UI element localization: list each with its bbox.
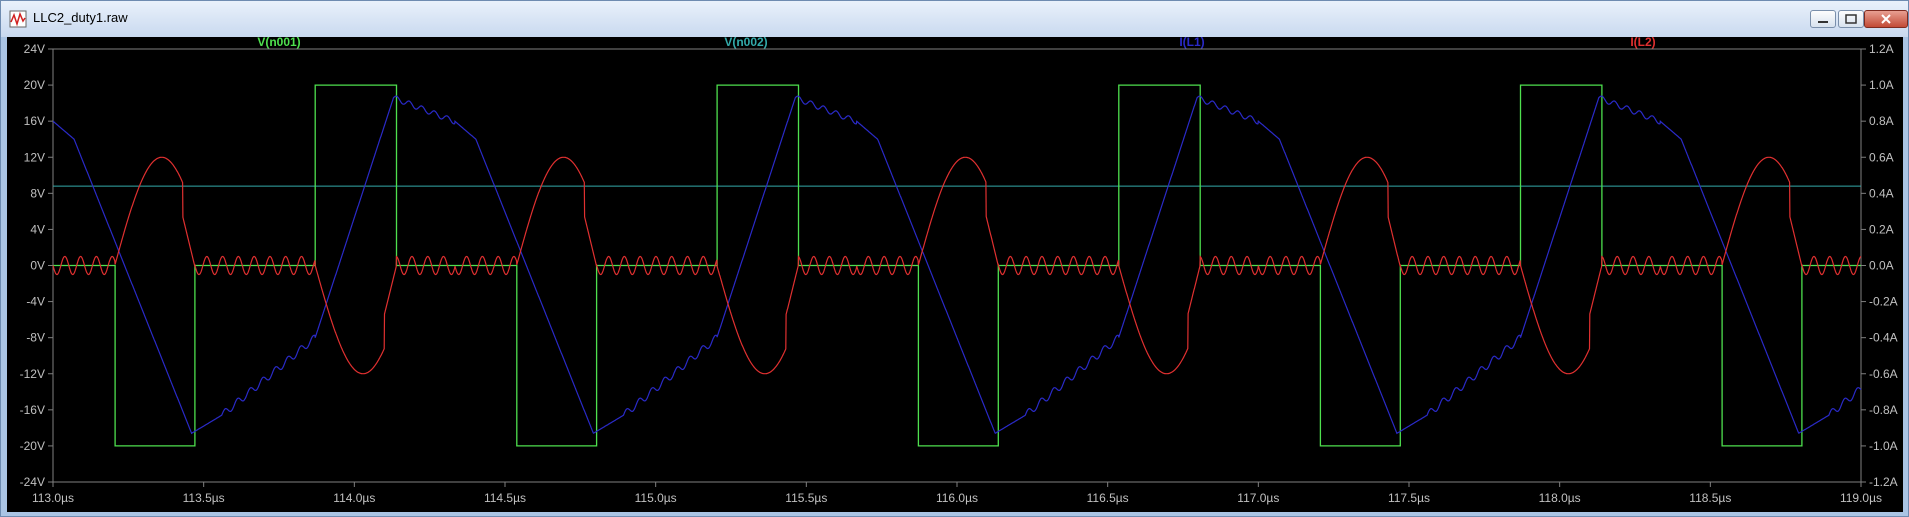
x-tick-label: 115.5µs [785,491,827,505]
maximize-button[interactable] [1838,10,1864,28]
legend-il2[interactable]: I(L2) [1630,35,1655,49]
waveform-window: LLC2_duty1.raw 24V 20V 16V 12V 8V 4V 0V -4V -8V -… [0,0,1909,517]
y-right-tick-label: -1.2A [1869,475,1898,489]
x-tick-label: 113.5µs [183,491,225,505]
y-right-tick-label: -1.0A [1869,439,1898,453]
maximize-icon [1845,14,1857,24]
y-right-tick-label: 0.8A [1869,114,1894,128]
y-right-tick-label: 0.0A [1869,259,1894,273]
x-tick-label: 118.0µs [1539,491,1581,505]
legend-vn002[interactable]: V(n002) [724,35,767,49]
y-right-tick-label: -0.8A [1869,403,1898,417]
x-tick-label: 118.5µs [1689,491,1731,505]
y-right-tick-label: 1.2A [1869,42,1894,56]
y-left-tick-label: 20V [24,78,45,92]
x-tick-label: 114.0µs [333,491,375,505]
y-right-tick-label: -0.2A [1869,295,1898,309]
waveform-app-icon [9,10,27,28]
waveform-chart[interactable]: 24V 20V 16V 12V 8V 4V 0V -4V -8V -12V -16V -20V -24V… [7,35,1903,512]
plot-area[interactable]: 24V 20V 16V 12V 8V 4V 0V -4V -8V -12V -16V -20V -24V… [7,35,1903,512]
close-button[interactable] [1864,10,1908,28]
y-right-tick-label: 0.2A [1869,222,1894,236]
close-icon [1881,14,1891,24]
x-tick-label: 117.0µs [1237,491,1279,505]
trace-i-l1 [52,95,1862,435]
y-left-tick-label: -8V [26,331,45,345]
y-right-tick-label: 0.6A [1869,150,1894,164]
x-tick-label: 119.0µs [1840,491,1882,505]
y-right-tick-label: -0.6A [1869,367,1898,381]
plot-frame [52,48,1862,483]
trace-i-l2 [52,156,1862,375]
window-title: LLC2_duty1.raw [33,10,128,25]
y-left-tick-label: 0V [30,259,45,273]
y-left-tick-label: 24V [24,42,45,56]
y-right-tick-label: -0.4A [1869,331,1898,345]
y-left-tick-label: -12V [20,367,45,381]
trace-v-n001 [53,84,1861,447]
minimize-button[interactable] [1810,10,1836,28]
x-tick-label: 116.5µs [1087,491,1129,505]
x-tick-label: 116.0µs [936,491,978,505]
x-tick-label: 115.0µs [635,491,677,505]
legend-vn001[interactable]: V(n001) [257,35,300,49]
y-left-tick-label: -20V [20,439,45,453]
y-right-tick-label: 1.0A [1869,78,1894,92]
x-tick-label: 117.5µs [1388,491,1430,505]
y-left-tick-label: -16V [20,403,45,417]
y-left-tick-label: -4V [26,295,45,309]
x-tick-label: 114.5µs [484,491,526,505]
y-left-tick-label: 4V [30,222,45,236]
y-left-tick-label: -24V [20,475,45,489]
x-tick-label: 113.0µs [32,491,74,505]
y-left-tick-label: 12V [24,150,45,164]
y-left-tick-label: 16V [24,114,45,128]
y-right-tick-label: 0.4A [1869,186,1894,200]
y-left-tick-label: 8V [30,186,45,200]
legend-il1[interactable]: I(L1) [1179,35,1204,49]
title-bar[interactable]: LLC2_duty1.raw [1,1,1908,37]
minimize-icon [1818,21,1828,23]
